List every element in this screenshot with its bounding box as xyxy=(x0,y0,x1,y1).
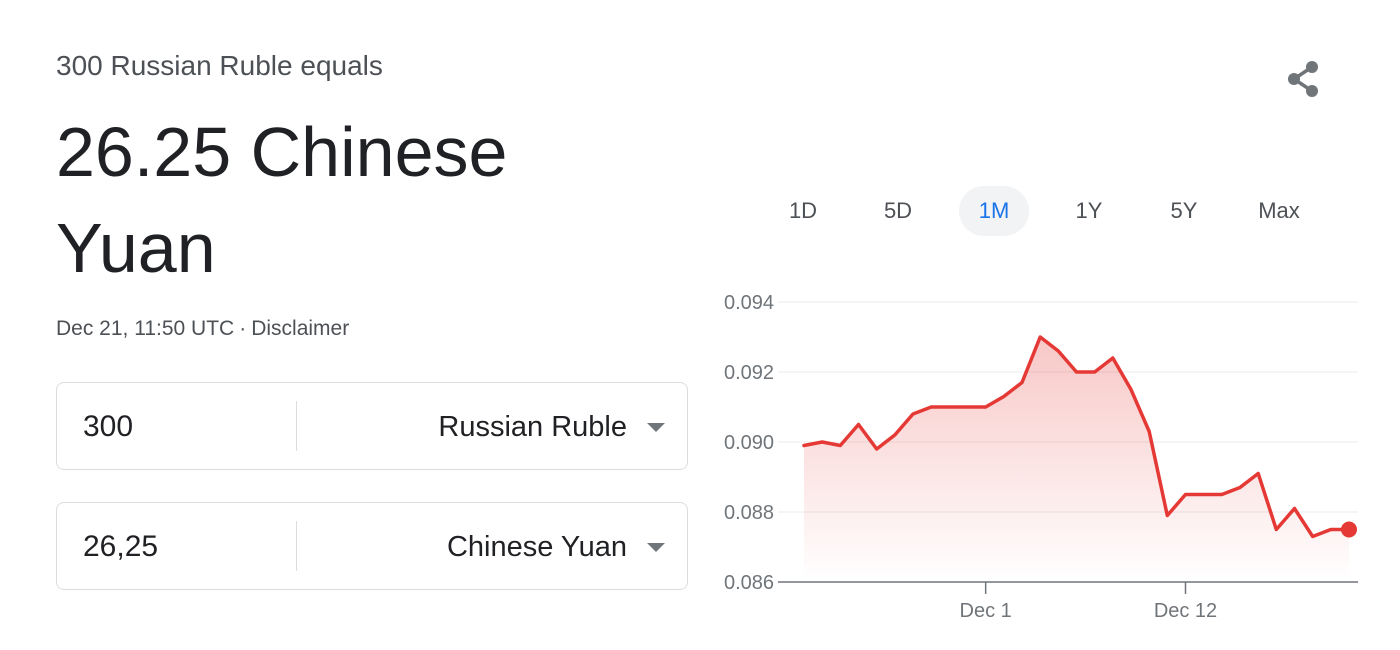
data-point xyxy=(929,405,933,409)
data-point xyxy=(838,444,842,448)
x-tick-label: Dec 1 xyxy=(960,600,1012,622)
exchange-rate-chart[interactable]: 0.094 0.092 0.090 0.088 0.086 Dec 1 Dec 12 xyxy=(700,280,1380,630)
y-tick-label: 0.094 xyxy=(724,292,774,314)
data-point xyxy=(1256,472,1260,476)
data-point xyxy=(893,433,897,437)
disclaimer-link[interactable]: Disclaimer xyxy=(251,317,349,340)
data-point xyxy=(1002,395,1006,399)
data-point xyxy=(857,423,861,427)
conversion-result: 26.25 Chinese Yuan xyxy=(56,113,508,287)
data-point xyxy=(1165,514,1169,518)
data-point xyxy=(984,405,988,409)
from-amount-input[interactable]: 300 xyxy=(83,383,283,471)
data-point xyxy=(947,405,951,409)
data-point xyxy=(1238,486,1242,490)
data-point xyxy=(1038,335,1042,339)
timestamp: Dec 21, 11:50 UTC xyxy=(56,317,235,340)
from-converter-row: 300 Russian Ruble xyxy=(56,382,688,470)
data-point xyxy=(1329,528,1333,532)
data-point xyxy=(875,447,879,451)
data-point xyxy=(1056,349,1060,353)
data-point xyxy=(1293,507,1297,511)
source-amount-text: 300 Russian Ruble equals xyxy=(56,50,383,81)
y-tick-label: 0.090 xyxy=(724,432,774,454)
tab-5d[interactable]: 5D xyxy=(863,186,933,236)
separator-dot: · xyxy=(239,317,247,340)
tab-1d[interactable]: 1D xyxy=(768,186,838,236)
current-rate-marker xyxy=(1341,521,1357,538)
data-point xyxy=(1129,388,1133,392)
share-icon[interactable] xyxy=(1282,58,1324,100)
data-point xyxy=(1147,430,1151,434)
to-converter-row: 26,25 Chinese Yuan xyxy=(56,502,688,590)
tab-max[interactable]: Max xyxy=(1244,186,1314,236)
data-point xyxy=(802,444,806,448)
y-tick-label: 0.088 xyxy=(724,502,774,524)
data-point xyxy=(1093,370,1097,374)
data-point xyxy=(1020,381,1024,385)
to-amount-input[interactable]: 26,25 xyxy=(83,503,283,591)
tab-5y[interactable]: 5Y xyxy=(1149,186,1219,236)
tab-1m[interactable]: 1M xyxy=(959,186,1029,236)
data-point xyxy=(1311,535,1315,539)
from-currency-select[interactable]: Russian Ruble xyxy=(438,383,665,471)
data-point xyxy=(1202,493,1206,497)
tab-1y[interactable]: 1Y xyxy=(1054,186,1124,236)
data-point xyxy=(1274,528,1278,532)
data-point xyxy=(911,412,915,416)
y-tick-label: 0.092 xyxy=(724,362,774,384)
chevron-down-icon xyxy=(647,422,665,432)
data-point xyxy=(1075,370,1079,374)
to-currency-select[interactable]: Chinese Yuan xyxy=(447,503,665,591)
x-tick-label: Dec 12 xyxy=(1154,600,1217,622)
timestamp-line: Dec 21, 11:50 UTC · Disclaimer xyxy=(56,317,349,341)
y-tick-label: 0.086 xyxy=(724,572,774,594)
to-currency-label: Chinese Yuan xyxy=(446,530,627,563)
data-point xyxy=(1184,493,1188,497)
divider xyxy=(296,521,297,571)
chevron-down-icon xyxy=(647,542,665,552)
chart-svg: 0.094 0.092 0.090 0.088 0.086 Dec 1 Dec 12 xyxy=(724,292,1358,622)
data-point xyxy=(820,440,824,444)
data-point xyxy=(966,405,970,409)
data-point xyxy=(1111,356,1115,360)
divider xyxy=(296,401,297,451)
data-point xyxy=(1220,493,1224,497)
from-currency-label: Russian Ruble xyxy=(438,410,627,443)
